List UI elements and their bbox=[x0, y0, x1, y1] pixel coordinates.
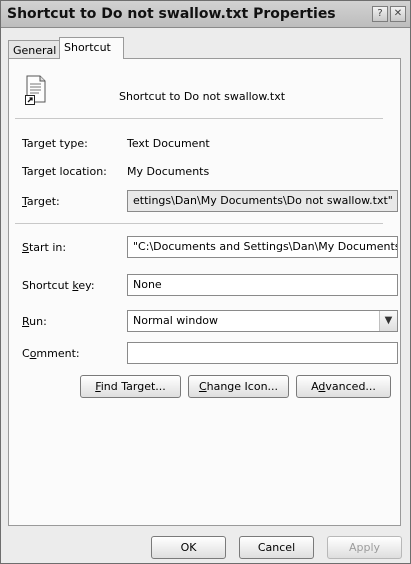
target-location-value: My Documents bbox=[127, 165, 210, 178]
properties-dialog: Shortcut to Do not swallow.txt Propertie… bbox=[0, 0, 411, 564]
cancel-button[interactable]: Cancel bbox=[239, 536, 314, 559]
run-label: Run: bbox=[22, 315, 47, 328]
panel-content: Shortcut to Do not swallow.txt Target ty… bbox=[1, 1, 410, 563]
target-type-label: Target type: bbox=[22, 137, 88, 150]
chevron-down-icon[interactable]: ▼ bbox=[379, 311, 397, 331]
find-target-button[interactable]: Find Target... bbox=[80, 375, 181, 398]
ok-button[interactable]: OK bbox=[151, 536, 226, 559]
start-in-field[interactable]: "C:\Documents and Settings\Dan\My Docume… bbox=[127, 236, 398, 258]
separator bbox=[15, 118, 383, 119]
run-dropdown[interactable]: Normal window ▼ bbox=[127, 310, 398, 332]
comment-field[interactable] bbox=[127, 342, 398, 364]
comment-label: Comment: bbox=[22, 347, 80, 360]
comment-input[interactable] bbox=[133, 343, 392, 363]
shortcut-key-field[interactable]: None bbox=[127, 274, 398, 296]
target-location-label: Target location: bbox=[22, 165, 107, 178]
separator bbox=[15, 223, 383, 224]
target-field[interactable]: ettings\Dan\My Documents\Do not swallow.… bbox=[127, 190, 398, 212]
apply-button[interactable]: Apply bbox=[327, 536, 402, 559]
target-label: Target: bbox=[22, 195, 60, 208]
run-selected-value: Normal window bbox=[133, 314, 219, 327]
target-type-value: Text Document bbox=[127, 137, 210, 150]
change-icon-button[interactable]: Change Icon... bbox=[188, 375, 289, 398]
start-in-label: Start in: bbox=[22, 241, 67, 254]
shortcut-key-label: Shortcut key: bbox=[22, 279, 95, 292]
advanced-button[interactable]: Advanced... bbox=[296, 375, 391, 398]
shortcut-name: Shortcut to Do not swallow.txt bbox=[119, 90, 286, 103]
